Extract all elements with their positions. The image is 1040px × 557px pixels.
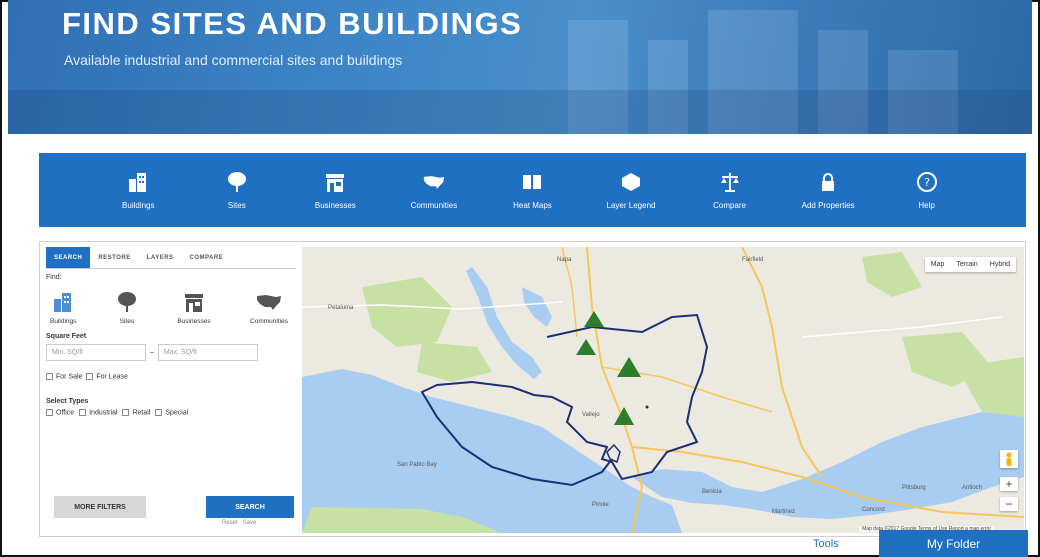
tab-search[interactable]: SEARCH xyxy=(46,247,91,268)
search-tabs: SEARCH RESTORE LAYERS COMPARE xyxy=(46,247,296,269)
map-label-fairfield: Fairfield xyxy=(742,257,764,263)
reset-link[interactable]: Reset xyxy=(222,520,238,526)
nav-label: Layer Legend xyxy=(606,200,656,210)
industrial-checkbox[interactable] xyxy=(79,409,87,417)
nav-buildings[interactable]: Buildings xyxy=(97,171,179,210)
usa-map-icon xyxy=(423,171,445,193)
zoom-out-button[interactable]: − xyxy=(1000,497,1018,511)
hero-banner: FIND SITES AND BUILDINGS Available indus… xyxy=(8,0,1032,134)
search-map-panel: SEARCH RESTORE LAYERS COMPARE Find: Buil… xyxy=(39,241,1026,537)
for-lease-label: For Lease xyxy=(96,373,128,381)
map-label-san-pablo-bay: San Pablo Bay xyxy=(397,462,437,468)
for-sale-checkbox[interactable] xyxy=(46,373,53,380)
tools-link[interactable]: Tools xyxy=(813,538,839,550)
buildings-icon xyxy=(54,293,72,312)
map-label-benicia: Benicia xyxy=(702,489,722,495)
type-label: Sites xyxy=(119,318,135,325)
nav-label: Add Properties xyxy=(801,200,855,210)
scales-icon xyxy=(719,171,741,193)
more-filters-button[interactable]: MORE FILTERS xyxy=(54,496,146,518)
square-feet-label: Square Feet xyxy=(46,333,87,340)
search-button[interactable]: SEARCH xyxy=(206,496,294,518)
industrial-label: Industrial xyxy=(89,409,118,417)
select-types-label: Select Types xyxy=(46,398,89,406)
type-label: Businesses xyxy=(177,318,211,325)
special-label: Special xyxy=(165,409,189,417)
nav-label: Businesses xyxy=(314,200,356,210)
tab-compare[interactable]: COMPARE xyxy=(182,247,232,268)
type-communities[interactable]: Communities xyxy=(250,291,288,325)
for-lease-checkbox[interactable] xyxy=(86,373,94,380)
map-label-napa: Napa xyxy=(557,257,572,263)
main-nav-bar: Buildings Sites Businesses Communities H… xyxy=(39,153,1026,227)
search-sidebar: SEARCH RESTORE LAYERS COMPARE Find: Buil… xyxy=(46,247,296,533)
map-type-hybrid[interactable]: Hybrid xyxy=(984,257,1016,272)
max-sqft-input[interactable]: Max. SQ/ft xyxy=(157,344,258,361)
map-type-map[interactable]: Map xyxy=(925,257,951,272)
map-label-petaluma: Petaluma xyxy=(328,305,354,311)
book-map-icon xyxy=(521,171,543,193)
nav-label: Compare xyxy=(713,200,746,210)
buildings-icon xyxy=(127,171,149,193)
type-label: Buildings xyxy=(50,318,77,325)
map-label-pittsburg: Pittsburg xyxy=(902,485,926,491)
my-folder-button[interactable]: My Folder xyxy=(879,530,1028,557)
tab-layers[interactable]: LAYERS xyxy=(139,247,182,268)
type-businesses[interactable]: Businesses xyxy=(177,291,211,325)
office-checkbox[interactable] xyxy=(46,409,53,417)
find-label: Find: xyxy=(46,274,62,281)
nav-label: Heat Maps xyxy=(513,200,552,210)
nav-sites[interactable]: Sites xyxy=(196,171,278,210)
save-link[interactable]: Save xyxy=(243,520,257,526)
tree-icon xyxy=(117,292,136,312)
page-title: FIND SITES AND BUILDINGS xyxy=(62,6,523,41)
nav-businesses[interactable]: Businesses xyxy=(294,171,376,210)
map-label-pinole: Pinole xyxy=(592,502,609,508)
type-buildings[interactable]: Buildings xyxy=(50,291,76,325)
office-label: Office xyxy=(56,409,75,417)
nav-add-properties[interactable]: Add Properties xyxy=(787,171,869,210)
map-label-martinez: Martinez xyxy=(772,509,796,515)
nav-compare[interactable]: Compare xyxy=(689,171,771,210)
layers-icon xyxy=(620,171,642,193)
nav-label: Communities xyxy=(410,200,458,210)
map-type-control: Map Terrain Hybrid xyxy=(924,257,1016,272)
zoom-in-button[interactable]: + xyxy=(1000,477,1018,491)
min-sqft-input[interactable]: Min. SQ/ft xyxy=(46,344,146,361)
for-sale-label: For Sale xyxy=(56,373,83,381)
storefront-icon xyxy=(184,294,203,312)
map-type-terrain[interactable]: Terrain xyxy=(950,257,983,272)
map-label-vallejo: Vallejo xyxy=(582,412,600,418)
nav-label: Sites xyxy=(227,200,246,210)
storefront-icon xyxy=(324,171,346,193)
nav-label: Buildings xyxy=(122,200,155,210)
usa-map-icon xyxy=(257,295,282,310)
nav-help[interactable]: ? Help xyxy=(886,171,968,210)
retail-checkbox[interactable] xyxy=(122,409,130,417)
nav-heat-maps[interactable]: Heat Maps xyxy=(491,171,573,210)
type-sites[interactable]: Sites xyxy=(116,291,138,325)
map-label-antioch: Antioch xyxy=(962,485,983,491)
tab-restore[interactable]: RESTORE xyxy=(90,247,138,268)
property-type-selector: Buildings Sites Businesses Communities xyxy=(46,291,296,325)
lock-icon xyxy=(817,171,839,193)
map-view[interactable]: Petaluma Napa Fairfield Vallejo Benicia … xyxy=(302,247,1024,533)
nav-communities[interactable]: Communities xyxy=(393,171,475,210)
tree-icon xyxy=(226,171,248,193)
nav-label: Help xyxy=(918,200,935,210)
special-checkbox[interactable] xyxy=(155,409,163,417)
nav-layer-legend[interactable]: Layer Legend xyxy=(590,171,672,210)
street-view-pegman-icon[interactable] xyxy=(1000,450,1018,468)
page-subtitle: Available industrial and commercial site… xyxy=(64,52,403,68)
map-label-concord: Concord xyxy=(862,507,885,513)
svg-text:?: ? xyxy=(924,176,930,189)
retail-label: Retail xyxy=(132,409,151,417)
type-label: Communities xyxy=(250,318,288,325)
question-icon: ? xyxy=(916,171,938,193)
